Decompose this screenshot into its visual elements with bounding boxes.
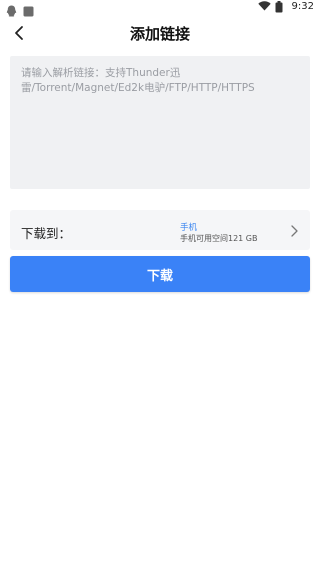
download-button[interactable]: 下载 bbox=[10, 256, 310, 292]
status-left bbox=[6, 2, 34, 17]
download-location-row[interactable]: 下载到： 手机 手机可用空间121 GB bbox=[10, 210, 310, 250]
download-location-device: 手机 bbox=[180, 223, 198, 233]
status-time: 9:32 bbox=[291, 1, 314, 12]
header: 添加链接 bbox=[0, 16, 320, 50]
app-notification-icon bbox=[23, 2, 34, 17]
battery-icon bbox=[275, 1, 286, 13]
status-right: 9:32 bbox=[257, 1, 314, 13]
page-title: 添加链接 bbox=[129, 25, 190, 43]
link-input[interactable] bbox=[10, 56, 310, 189]
download-location-label: 下载到： bbox=[21, 226, 72, 241]
wifi-icon bbox=[257, 1, 271, 12]
qq-notification-icon bbox=[6, 2, 17, 17]
download-location-space: 手机可用空间121 GB bbox=[180, 234, 258, 243]
chevron-right-icon bbox=[287, 223, 301, 237]
status-bar: 9:32 bbox=[0, 0, 320, 17]
